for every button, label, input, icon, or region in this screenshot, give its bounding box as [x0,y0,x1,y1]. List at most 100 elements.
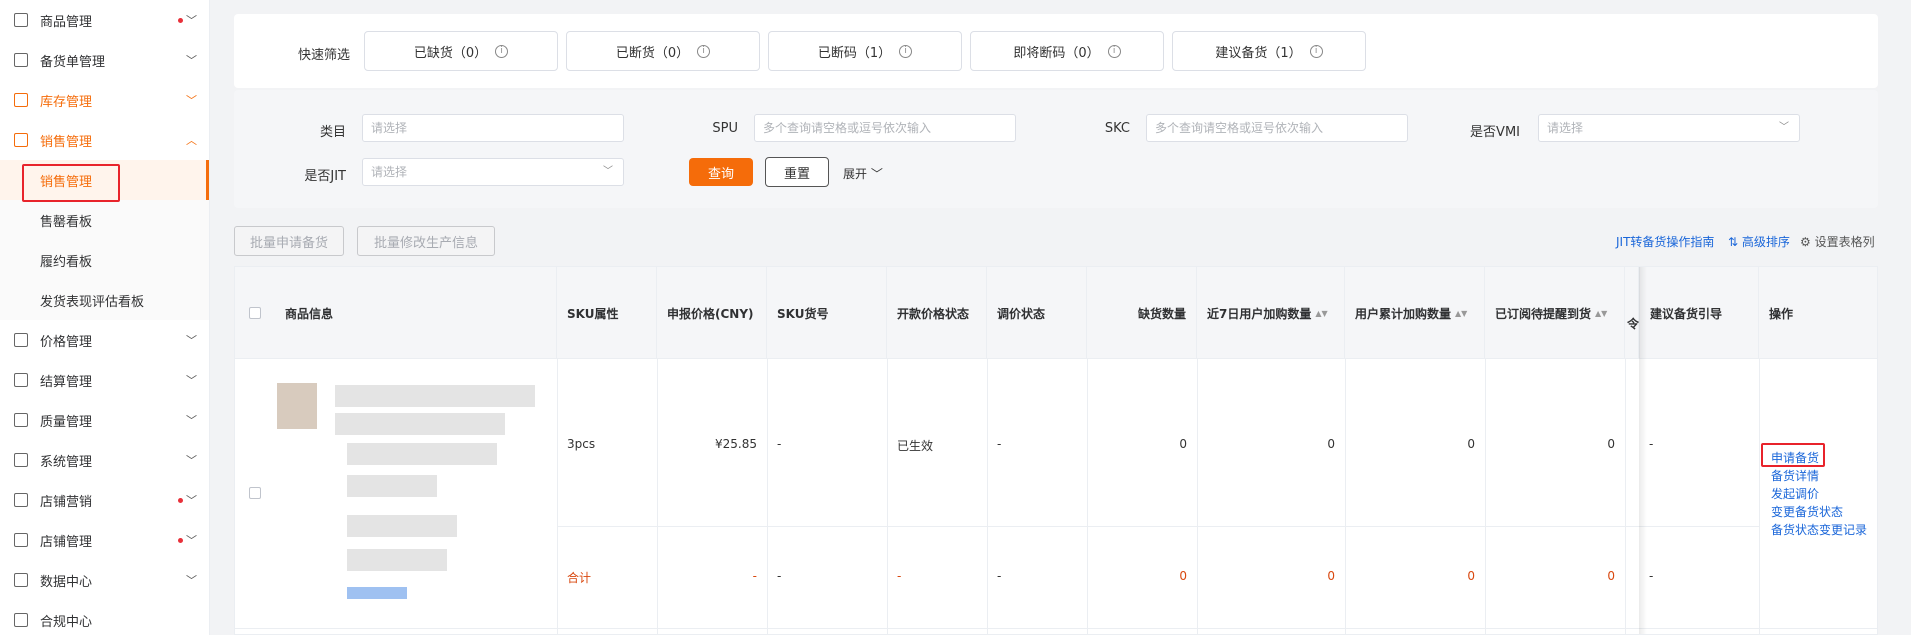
submenu-item-shipping-board[interactable]: 发货表现评估看板 [0,280,209,320]
jit-select[interactable]: 请选择 ﹀ [362,158,624,186]
sidebar-item-system[interactable]: 系统管理 ﹀ [0,440,209,480]
sidebar-item-settlement[interactable]: 结算管理 ﹀ [0,360,209,400]
sidebar-item-store[interactable]: 店铺管理 ﹀ [0,520,209,560]
info-icon: i [495,44,509,58]
header-label: SKU货号 [777,306,829,321]
sort-icon[interactable]: ▲▼ [1455,309,1467,318]
category-placeholder: 请选择 [371,121,408,135]
blurred-product-code [347,515,457,537]
header-cart-7d[interactable]: 近7日用户加购数量 ▲▼ [1197,267,1345,359]
spu-input[interactable]: 多个查询请空格或逗号依次输入 [754,114,1016,142]
blurred-product-title [347,443,497,465]
category-select[interactable]: 请选择 [362,114,624,142]
filter-panel [234,90,1878,208]
row-divider [235,628,1877,629]
sidebar-item-label: 库存管理 [40,94,93,110]
sort-icon[interactable]: ▲▼ [1595,309,1607,318]
expand-toggle[interactable]: 展开 ﹀ [843,165,883,182]
row-checkbox[interactable] [249,487,261,499]
skc-input[interactable]: 多个查询请空格或逗号依次输入 [1146,114,1408,142]
column-divider [767,359,768,634]
header-sku-code: SKU货号 [767,267,887,359]
category-label: 类目 [319,125,346,140]
column-divider [1625,359,1626,634]
sidebar-item-sales[interactable]: 销售管理 ︿ [0,120,209,160]
quick-filter-sold-out[interactable]: 已断货（0） i [566,31,760,71]
vmi-select[interactable]: 请选择 ﹀ [1538,114,1800,142]
column-divider [557,359,558,634]
quick-filter-broken-size[interactable]: 已断码（1） i [768,31,962,71]
column-divider [657,359,658,634]
quick-filter-out-of-stock[interactable]: 已缺货（0） i [364,31,558,71]
cell-price: ¥25.85 [715,437,757,451]
quick-filter-nearly-broken[interactable]: 即将断码（0） i [970,31,1164,71]
header-subscribed[interactable]: 已订阅待提醒到货 ▲▼ [1485,267,1625,359]
sidebar-item-compliance[interactable]: 合规中心 [0,600,209,635]
cell-sku-code: - [777,437,782,451]
jit-placeholder: 请选择 [371,165,408,179]
sidebar-item-price[interactable]: 价格管理 ﹀ [0,320,209,360]
info-icon: i [899,44,913,58]
sidebar-item-quality[interactable]: 质量管理 ﹀ [0,400,209,440]
header-label: 建议备货引导 [1650,306,1723,321]
cell-cart-total: 0 [1467,437,1475,451]
advanced-sort-link[interactable]: ⇅ 高级排序 [1728,233,1790,250]
reset-button[interactable]: 重置 [765,157,829,187]
submenu-item-fulfillment-board[interactable]: 履约看板 [0,240,209,280]
batch-apply-button[interactable]: 批量申请备货 [234,226,344,256]
submenu-label: 履约看板 [40,254,93,270]
shield-check-icon [14,413,28,427]
sidebar-item-marketing[interactable]: 店铺营销 ﹀ [0,480,209,520]
document-icon [14,613,28,627]
quick-filter-suggested[interactable]: 建议备货（1） i [1172,31,1366,71]
header-price-status: 开款价格状态 [887,267,987,359]
chevron-down-icon: ﹀ [186,574,197,587]
select-all-checkbox[interactable] [249,307,261,319]
chevron-down-icon: ﹀ [1779,122,1789,133]
data-icon [14,573,28,587]
sidebar-item-data[interactable]: 数据中心 ﹀ [0,560,209,600]
sidebar-item-label: 质量管理 [40,414,93,430]
jit-label: 是否JIT [304,169,346,184]
stock-detail-link[interactable]: 备货详情 [1771,467,1819,484]
stock-status-log-link[interactable]: 备货状态变更记录 [1771,521,1867,538]
quick-filter-text: 建议备货（1） [1215,45,1302,61]
batch-edit-button[interactable]: 批量修改生产信息 [357,226,495,256]
quick-filter-text: 已断货（0） [615,45,690,61]
query-button[interactable]: 查询 [689,158,753,186]
shield-icon [14,453,28,467]
change-stock-status-link[interactable]: 变更备货状态 [1771,503,1843,520]
sidebar-item-stock-order[interactable]: 备货单管理 ﹀ [0,40,209,80]
sidebar-item-label: 店铺营销 [40,494,93,510]
warehouse-icon [14,93,28,107]
header-label: 近7日用户加购数量 [1207,306,1312,321]
card-icon [14,373,28,387]
spu-placeholder: 多个查询请空格或逗号依次输入 [763,121,932,135]
price-adjust-link[interactable]: 发起调价 [1771,485,1819,502]
jit-guide-link[interactable]: JIT转备货操作指南 [1616,233,1714,250]
sidebar-item-inventory[interactable]: 库存管理 ﹀ [0,80,209,120]
cell-total-price: - [752,569,757,583]
chevron-down-icon: ﹀ [186,54,197,67]
fixed-column-shadow [1639,267,1647,634]
header-cart-total[interactable]: 用户累计加购数量 ▲▼ [1345,267,1485,359]
cell-stock-guide: - [1649,437,1654,451]
column-divider [1087,359,1088,634]
advanced-sort-label: 高级排序 [1741,235,1790,249]
chevron-down-icon: ﹀ [603,166,613,177]
cell-total-cart-total: 0 [1467,569,1475,583]
quick-filter-text: 已断码（1） [817,45,892,61]
product-thumbnail[interactable] [277,383,317,429]
blurred-product-link[interactable] [347,587,407,599]
cell-total-label: 合计 [567,571,592,585]
table-settings-link[interactable]: ⚙ 设置表格列 [1800,233,1875,250]
chevron-down-icon: ﹀ [186,494,197,507]
info-icon: i [1309,44,1323,58]
submenu-item-sellout-board[interactable]: 售罄看板 [0,200,209,240]
sort-icon[interactable]: ▲▼ [1315,309,1327,318]
column-divider [987,359,988,634]
sales-table: 商品信息 SKU属性 申报价格(CNY) SKU货号 开款价格状态 调价状态 缺… [234,266,1878,635]
table-settings-label: 设置表格列 [1814,235,1875,249]
sidebar-item-product[interactable]: 商品管理 ﹀ [0,0,209,40]
quick-filter-panel: 快速筛选 已缺货（0） i 已断货（0） i 已断码（1） i 即将断码（0） i 建议… [234,14,1878,88]
